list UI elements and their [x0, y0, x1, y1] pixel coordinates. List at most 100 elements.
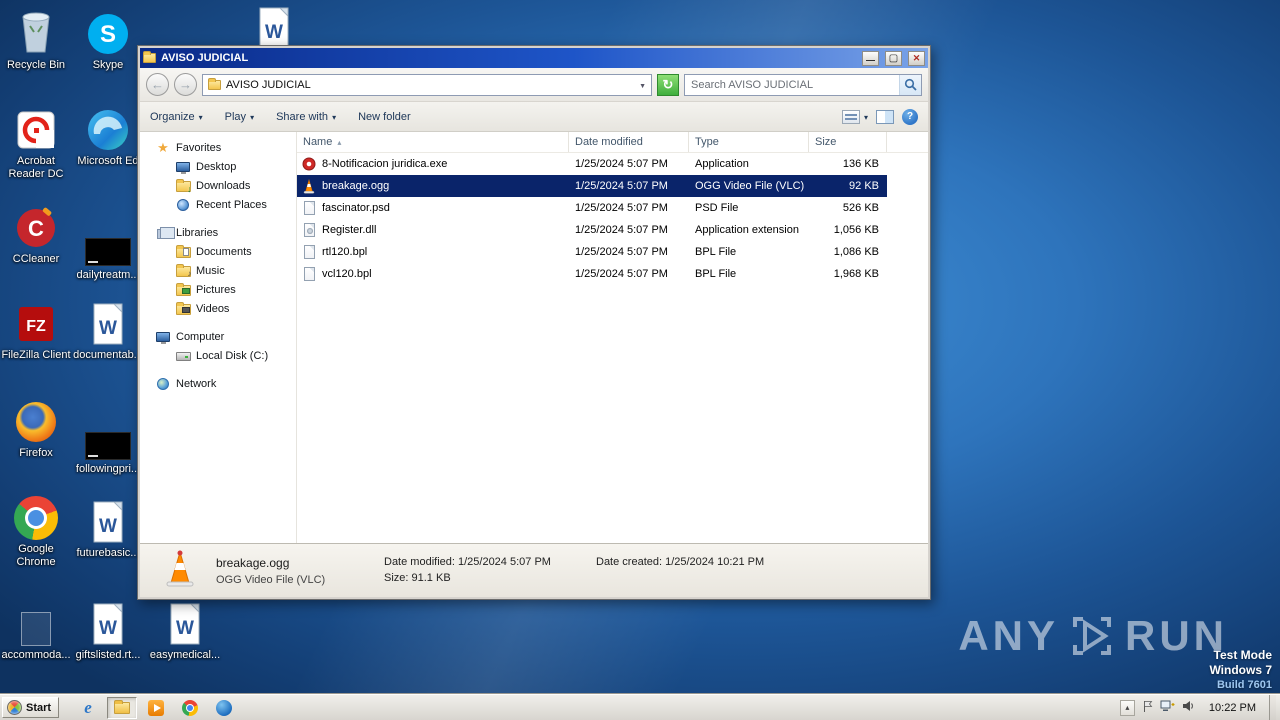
sidebar-item-favorites[interactable]: ★ Favorites	[140, 138, 296, 157]
desktop-icon-documentab[interactable]: W documentab...	[72, 298, 144, 362]
show-hidden-icons-button[interactable]	[1119, 699, 1135, 716]
file-row-dll[interactable]: Register.dll 1/25/2024 5:07 PM Applicati…	[297, 219, 887, 241]
preview-pane-button[interactable]	[876, 109, 894, 124]
search-input[interactable]: Search AVISO JUDICIAL	[691, 79, 899, 91]
desktop-icon-followingpri[interactable]: followingpri...	[72, 412, 144, 476]
sidebar-item-downloads[interactable]: Downloads	[140, 176, 296, 195]
blue-browser-icon	[216, 699, 233, 716]
volume-icon[interactable]	[1182, 700, 1196, 715]
close-button[interactable]	[908, 50, 925, 66]
desktop-icon-dailytreatm[interactable]: dailytreatm...	[72, 218, 144, 282]
file-row-exe[interactable]: 8-Notificacion juridica.exe 1/25/2024 5:…	[297, 153, 887, 175]
desktop-icon-acrobat[interactable]: Acrobat Reader DC	[0, 104, 72, 181]
file-icon	[0, 598, 72, 646]
music-folder-icon	[174, 263, 192, 278]
maximize-button[interactable]	[885, 50, 902, 66]
desktop-icon-chrome[interactable]: Google Chrome	[0, 492, 72, 569]
file-list: Name Date modified Type Size 8-Notificac…	[297, 132, 928, 543]
address-bar[interactable]: AVISO JUDICIAL	[202, 73, 652, 96]
test-mode-label: Test Mode	[1213, 648, 1272, 662]
desktop-icon-accommoda[interactable]: accommoda...	[0, 598, 72, 662]
taskbar-browser-button[interactable]	[209, 697, 239, 719]
sidebar-item-documents[interactable]: Documents	[140, 242, 296, 261]
desktop-icon-futurebasic[interactable]: W futurebasic...	[72, 496, 144, 560]
network-icon[interactable]	[1160, 700, 1175, 716]
window-titlebar[interactable]: AVISO JUDICIAL	[140, 48, 928, 68]
documents-folder-icon	[174, 244, 192, 258]
list-view-icon	[841, 109, 860, 124]
desktop-icon-ccleaner[interactable]: C CCleaner	[0, 202, 72, 266]
desktop: Recycle Bin Acrobat Reader DC C CCleaner…	[0, 0, 1280, 720]
start-button[interactable]: Start	[2, 697, 60, 718]
recent-places-icon	[174, 198, 192, 211]
refresh-button[interactable]	[657, 73, 679, 96]
sidebar-item-local-disk[interactable]: Local Disk (C:)	[140, 346, 296, 365]
ccleaner-icon: C	[0, 202, 72, 250]
column-header-date-modified[interactable]: Date modified	[569, 132, 689, 152]
help-button[interactable]	[902, 108, 918, 125]
organize-menu[interactable]: Organize	[150, 111, 203, 123]
back-button[interactable]	[146, 73, 169, 96]
build-label: Build 7601	[1216, 679, 1272, 691]
sidebar-item-pictures[interactable]: Pictures	[140, 280, 296, 299]
recycle-bin-icon	[0, 8, 72, 56]
desktop-icon-easymedical[interactable]: W easymedical...	[149, 598, 221, 662]
sidebar-item-recent-places[interactable]: Recent Places	[140, 195, 296, 214]
minimize-button[interactable]	[862, 50, 879, 66]
desktop-icon-filezilla[interactable]: FZ FileZilla Client	[0, 298, 72, 362]
desktop-icon-firefox[interactable]: Firefox	[0, 396, 72, 460]
column-header-type[interactable]: Type	[689, 132, 809, 152]
forward-button[interactable]	[174, 73, 197, 96]
details-date-modified: Date modified: 1/25/2024 5:07 PM	[384, 555, 551, 568]
taskbar: Start e 10:22 PM	[0, 694, 1280, 720]
sidebar-item-music[interactable]: Music	[140, 261, 296, 280]
address-dropdown-icon[interactable]	[639, 79, 646, 91]
explorer-folder-icon	[114, 699, 131, 714]
show-desktop-button[interactable]	[1269, 695, 1276, 720]
taskbar-clock[interactable]: 10:22 PM	[1203, 702, 1262, 714]
desktop-icon-edge[interactable]: Microsoft Ed	[72, 104, 144, 168]
details-date-created: Date created: 1/25/2024 10:21 PM	[596, 555, 765, 568]
chrome-icon	[0, 492, 72, 540]
anyrun-brand-left: ANY	[958, 612, 1059, 659]
column-headers: Name Date modified Type Size	[297, 132, 928, 153]
sidebar-item-libraries[interactable]: Libraries	[140, 223, 296, 242]
desktop-folder-icon	[174, 161, 192, 174]
file-row-ogg-selected[interactable]: breakage.ogg 1/25/2024 5:07 PM OGG Video…	[297, 175, 887, 197]
os-label: Windows 7	[1209, 663, 1272, 677]
bpl-file-icon	[301, 266, 317, 282]
star-icon: ★	[157, 139, 169, 155]
play-menu[interactable]: Play	[225, 111, 254, 123]
command-bar: Organize Play Share with New folder	[140, 102, 928, 132]
taskbar-explorer-button[interactable]	[107, 696, 138, 719]
sidebar-item-network[interactable]: Network	[140, 374, 296, 393]
share-with-menu[interactable]: Share with	[276, 111, 336, 123]
svg-text:W: W	[265, 22, 283, 43]
file-row-vcl120[interactable]: vcl120.bpl 1/25/2024 5:07 PM BPL File 1,…	[297, 263, 887, 285]
acrobat-icon	[0, 104, 72, 152]
details-pane: breakage.ogg OGG Video File (VLC) Date m…	[140, 543, 928, 597]
taskbar-chrome-button[interactable]	[175, 697, 205, 719]
search-icon[interactable]	[899, 74, 921, 95]
action-center-icon[interactable]	[1142, 700, 1153, 716]
taskbar-ie-button[interactable]: e	[73, 697, 103, 719]
chevron-down-icon	[250, 111, 254, 123]
file-row-psd[interactable]: fascinator.psd 1/25/2024 5:07 PM PSD Fil…	[297, 197, 887, 219]
new-folder-button[interactable]: New folder	[358, 111, 411, 123]
file-row-rtl120[interactable]: rtl120.bpl 1/25/2024 5:07 PM BPL File 1,…	[297, 241, 887, 263]
search-box[interactable]: Search AVISO JUDICIAL	[684, 73, 922, 96]
desktop-icon-giftslisted[interactable]: W giftslisted.rt...	[72, 598, 144, 662]
desktop-icon-recycle-bin[interactable]: Recycle Bin	[0, 8, 72, 72]
desktop-icon-skype[interactable]: S Skype	[72, 8, 144, 72]
disk-icon	[174, 350, 192, 361]
chevron-down-icon	[199, 111, 203, 123]
sidebar-item-computer[interactable]: Computer	[140, 327, 296, 346]
taskbar-media-player-button[interactable]	[141, 697, 171, 719]
windows-logo-icon	[7, 700, 22, 715]
explorer-window: AVISO JUDICIAL AVISO JUDICIAL Search AVI…	[137, 45, 931, 600]
sidebar-item-desktop[interactable]: Desktop	[140, 157, 296, 176]
column-header-name[interactable]: Name	[297, 132, 569, 152]
sidebar-item-videos[interactable]: Videos	[140, 299, 296, 318]
column-header-size[interactable]: Size	[809, 132, 887, 152]
change-view-button[interactable]	[841, 109, 868, 124]
